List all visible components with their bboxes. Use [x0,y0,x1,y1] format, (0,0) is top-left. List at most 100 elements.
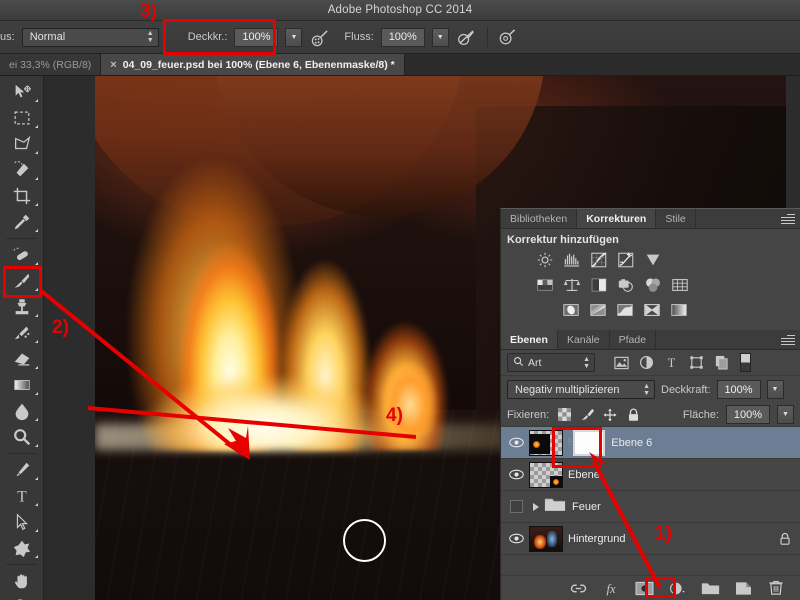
highlight-box-opacity [163,19,276,55]
healing-brush-tool[interactable] [2,242,42,268]
eraser-tool[interactable] [2,346,42,372]
filter-toggle-switch[interactable] [740,353,751,372]
layer-opacity-dropdown-button[interactable]: ▼ [766,380,784,399]
link-layers-icon[interactable] [568,578,588,598]
annotation-label-4: 4) [386,405,403,426]
layer-row-hintergrund[interactable]: Hintergrund [501,523,800,555]
panel-menu-icon[interactable] [781,335,795,345]
new-layer-icon[interactable] [733,578,753,598]
layer-visibility-toggle[interactable] [503,459,529,491]
hand-tool[interactable] [2,568,42,594]
tool-corner-icon [35,99,38,102]
quick-selection-tool[interactable] [2,157,42,183]
adjustment-layer-filter-icon[interactable] [634,353,659,373]
photoshop-window: Adobe Photoshop CC 2014 us: Normal ▲ ▼ De… [0,0,800,600]
delete-layer-icon[interactable] [766,578,786,598]
airbrush-icon[interactable] [309,26,331,48]
type-tool[interactable]: T [2,483,42,509]
hue-saturation-icon[interactable] [535,275,555,294]
brightness-contrast-icon[interactable] [535,250,555,269]
posterize-icon[interactable] [588,300,608,319]
photo-filter-icon[interactable] [616,275,636,294]
tab-pfade[interactable]: Pfade [610,330,657,349]
layer-thumbnail[interactable] [529,525,563,552]
opacity-dropdown-button[interactable]: ▼ [285,27,303,47]
toolbox: T [0,76,44,600]
history-brush-tool[interactable] [2,320,42,346]
lock-image-icon[interactable] [579,407,595,423]
vibrance-icon[interactable] [643,250,663,269]
layer-visibility-toggle[interactable] [503,491,529,523]
tab-ebenen[interactable]: Ebenen [501,330,558,349]
layer-blend-mode-select[interactable]: Negativ multiplizieren ▲ ▼ [507,380,655,399]
fill-dropdown-button[interactable]: ▼ [777,405,794,424]
layer-style-fx-icon[interactable]: fx [601,578,621,598]
layer-visibility-toggle[interactable] [503,427,529,459]
curves-icon[interactable] [589,250,609,269]
document-tab-inactive[interactable]: ei 33,3% (RGB/8) [0,54,102,75]
tab-stile-label: Stile [665,212,686,225]
panel-menu-icon[interactable] [781,214,795,224]
pen-tool[interactable] [2,457,42,483]
smart-object-filter-icon[interactable] [709,353,734,373]
adjustments-panel: Bibliotheken Korrekturen Stile Korrektur… [500,208,800,332]
tab-bibliotheken[interactable]: Bibliotheken [501,209,578,228]
chevron-updown-icon: ▲ ▼ [583,355,590,370]
color-lookup-icon[interactable] [670,275,690,294]
lock-transparency-icon[interactable] [556,407,572,423]
tool-corner-icon [35,125,38,128]
zoom-tool[interactable] [2,594,42,600]
fill-input[interactable]: 100% [726,405,770,424]
pixel-layer-filter-icon[interactable] [609,353,634,373]
shape-tool[interactable] [2,535,42,561]
group-expand-arrow-icon[interactable] [533,502,539,511]
highlight-box-brush-tool [3,266,42,298]
dodge-tool[interactable] [2,424,42,450]
invert-icon[interactable] [561,300,581,319]
layer-filter-kind-select[interactable]: Art ▲ ▼ [507,353,595,372]
flow-input[interactable]: 100% [380,27,425,47]
layer-row-ebene[interactable]: Ebene [501,459,800,491]
tool-corner-icon [35,529,38,532]
tab-kanaele[interactable]: Kanäle [558,330,610,349]
levels-icon[interactable] [562,250,582,269]
layer-opacity-input[interactable]: 100% [716,380,761,399]
lock-all-icon[interactable] [625,407,641,423]
close-icon[interactable]: × [110,59,116,71]
threshold-icon[interactable] [615,300,635,319]
path-selection-tool[interactable] [2,509,42,535]
exposure-icon[interactable] [616,250,636,269]
toolbox-divider [6,238,37,239]
document-tab-active[interactable]: × 04_09_feuer.psd bei 100% (Ebene 6, Ebe… [101,54,405,75]
rectangular-marquee-tool[interactable] [2,105,42,131]
flow-dropdown-button[interactable]: ▼ [431,27,449,47]
channel-mixer-icon[interactable] [643,275,663,294]
chevron-updown-icon: ▲ ▼ [643,382,650,397]
layer-visibility-toggle[interactable] [503,523,529,555]
new-group-icon[interactable] [700,578,720,598]
eyedropper-tool[interactable] [2,209,42,235]
lasso-tool[interactable] [2,131,42,157]
lock-position-icon[interactable] [602,407,618,423]
layer-row-feuer[interactable]: Feuer [501,491,800,523]
black-white-icon[interactable] [589,275,609,294]
smoothing-icon[interactable] [456,26,478,48]
tablet-pressure-icon[interactable] [497,26,519,48]
color-balance-icon[interactable] [562,275,582,294]
blur-tool[interactable] [2,398,42,424]
type-layer-filter-icon[interactable]: T [659,353,684,373]
crop-tool[interactable] [2,183,42,209]
move-tool[interactable] [2,79,42,105]
tab-korrekturen[interactable]: Korrekturen [577,209,657,228]
document-tab-inactive-label: ei 33,3% (RGB/8) [9,58,92,71]
layer-row-ebene-6[interactable]: ⫶ Ebene 6 [501,427,800,459]
gradient-tool[interactable] [2,372,42,398]
gradient-map-icon[interactable] [669,300,689,319]
tab-stile[interactable]: Stile [656,209,696,228]
highlight-box-layer-mask [552,427,602,468]
adjustment-row-1 [535,250,800,269]
shape-layer-filter-icon[interactable] [684,353,709,373]
selective-color-icon[interactable] [642,300,662,319]
layer-name: Ebene 6 [611,436,653,449]
brush-blend-mode-select[interactable]: Normal ▲ ▼ [21,27,159,47]
